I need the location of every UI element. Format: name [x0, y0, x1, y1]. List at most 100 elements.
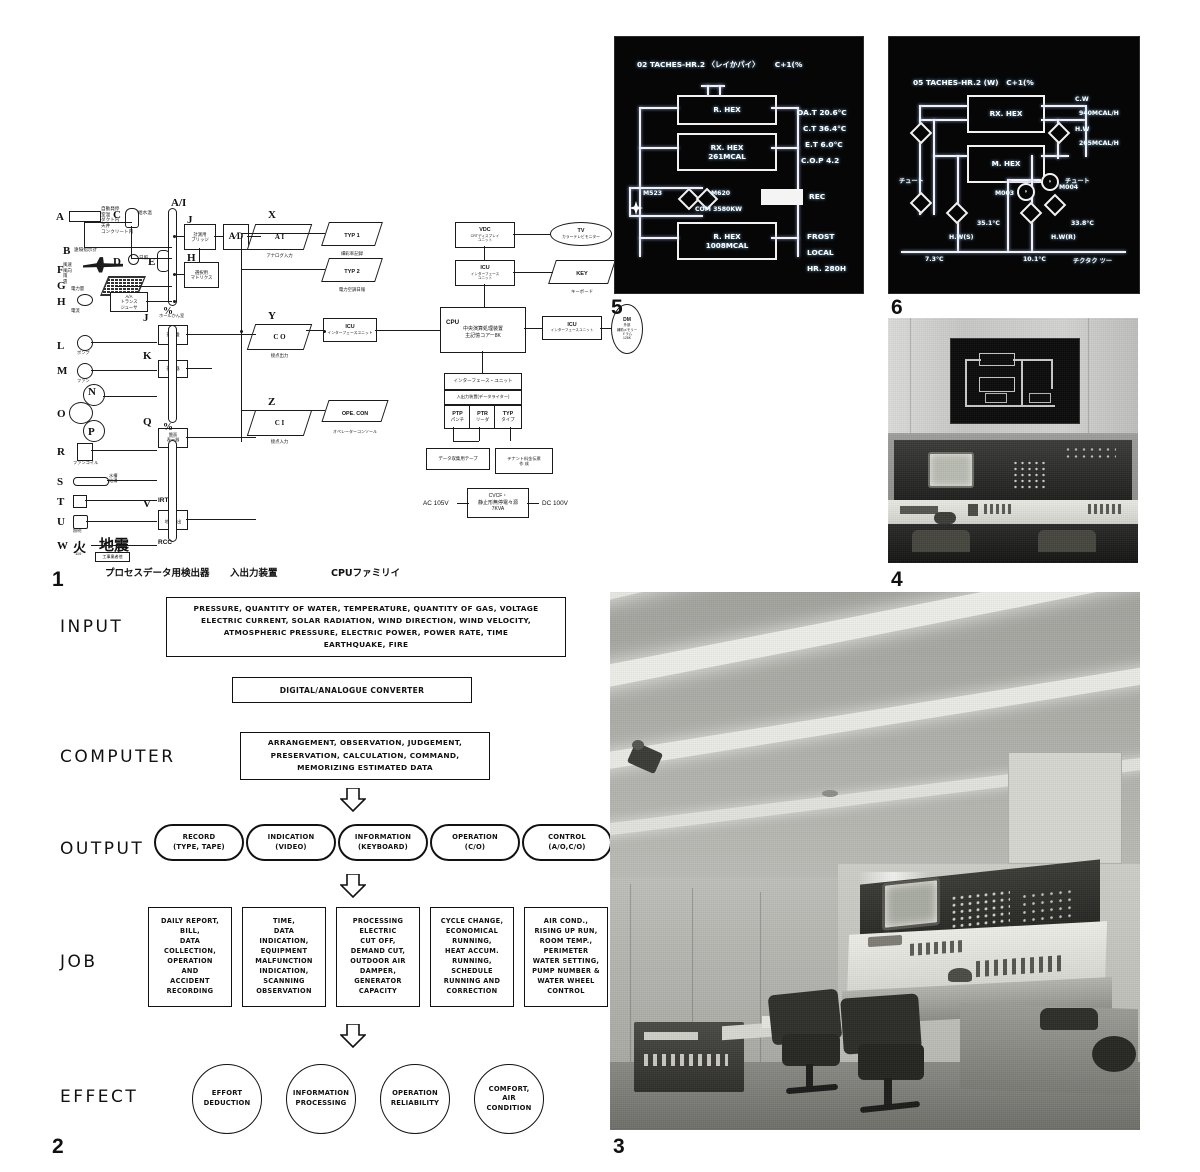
stage-label-effect: EFFECT	[60, 1087, 139, 1107]
fig1-column-letter-K: K	[143, 350, 152, 362]
fig1-io-opecon: OPE. CON オペレーターコンソール	[333, 411, 377, 434]
fig1-header-AI: A/I	[171, 197, 187, 209]
fig1-line	[241, 269, 325, 271]
fig1-line	[453, 441, 479, 443]
fig5-label-m523: M523	[643, 190, 663, 197]
fig6-pipe	[1041, 155, 1069, 157]
fig1-junction-dot	[240, 330, 244, 334]
fig1-sensor-icon-D	[128, 254, 139, 265]
job-box-1: DAILY REPORT, BILL, DATA COLLECTION, OPE…	[148, 907, 232, 1007]
figure-number-6: 6	[891, 296, 903, 319]
figure-number-5: 5	[611, 296, 623, 319]
job-box-3: PROCESSING ELECTRIC CUT OFF, DEMAND CUT,…	[336, 907, 420, 1007]
fig1-sensor-icon-P	[83, 420, 105, 442]
fig1-bus-rcc: RCC	[158, 539, 173, 546]
fig6-valve-icon	[1019, 201, 1043, 225]
fig1-caption-2: 入出力装置	[230, 568, 278, 579]
fig1-line	[482, 351, 484, 373]
fig1-line	[91, 545, 157, 547]
fig5-pipe	[629, 187, 703, 189]
fig6-valve-icon	[909, 121, 933, 145]
figure-number-1: 1	[52, 568, 64, 591]
fig1-box-data-writer: 入出力装置(データライター)	[444, 390, 522, 405]
fig1-io-contact-input: C I 接点入力	[270, 419, 289, 444]
fig1-line	[510, 427, 512, 441]
fig1-doc-tape: データ収集用テープ	[426, 448, 490, 470]
fig6-pipe	[919, 105, 967, 107]
output-pill-indication: INDICATION (VIDEO)	[246, 824, 336, 861]
fig5-header: 02 TACHES-HR.2 〈レイかパイ〉 C+1(%	[637, 60, 803, 69]
fig1-sensor-M-note: ファン	[77, 378, 90, 383]
fig1-line	[524, 328, 542, 330]
stage-label-job: JOB	[60, 952, 98, 972]
fig1-line	[85, 500, 157, 502]
fig5-status-local: LOCAL	[807, 248, 834, 257]
fig1-line	[186, 519, 256, 521]
figure-4-photo-console	[888, 318, 1138, 563]
fig1-sensor-letter-A: A	[56, 211, 64, 223]
fig1-line	[84, 222, 132, 224]
fig1-box-icu-right: ICU インターフェースユニット	[542, 316, 602, 340]
fig1-sensor-icon-T	[73, 495, 87, 508]
fig1-line	[131, 258, 172, 260]
fig1-bus-pct-2: %	[163, 422, 173, 433]
fig6-pipe	[1041, 119, 1085, 121]
fig1-sensor-W-box: 工事業者他	[95, 552, 130, 562]
fig1-line	[214, 236, 223, 238]
fig5-pipe	[771, 147, 799, 149]
fig1-line	[513, 234, 551, 236]
fig1-line	[306, 330, 324, 332]
fig6-reading-hw-label: H.W	[1075, 126, 1090, 133]
fig1-sensor-H-note: 電流	[71, 308, 80, 313]
fig1-box-tv: TV カラーテレビモニター	[550, 222, 612, 246]
output-pill-information: INFORMATION (KEYBOARD)	[338, 824, 428, 861]
job-box-4: CYCLE CHANGE, ECONOMICAL RUNNING, HEAT A…	[430, 907, 514, 1007]
fig5-box-r-hex: R. HEX	[677, 95, 777, 125]
fig1-box-interface-unit: インターフェース・ユニット	[444, 373, 522, 390]
fig6-pipe	[933, 155, 967, 157]
fig5-label-com: COM 3580KW	[695, 206, 742, 213]
figure-2-flowchart: INPUT COMPUTER OUTPUT JOB EFFECT PRESSUR…	[50, 592, 612, 1140]
fig1-line	[103, 396, 157, 398]
fig1-bus-mid	[168, 325, 177, 423]
fig1-line	[600, 328, 612, 330]
fig1-line	[375, 330, 441, 332]
figure-number-4: 4	[891, 568, 903, 591]
fig5-pipe	[639, 147, 679, 149]
fig6-pipe	[1007, 179, 1041, 181]
fig5-pipe	[771, 237, 799, 239]
fig5-status-hr: HR. 280H	[807, 264, 847, 273]
fig6-pipe	[1041, 105, 1085, 107]
fig5-label-m620: M620	[711, 190, 731, 197]
fig1-io-contact-output: C O 接点出力	[270, 333, 289, 358]
fig1-line	[175, 236, 184, 238]
figure-6-crt-display: 05 TACHES-HR.2 (W) C+1(% RX. HEX M. HEX …	[888, 36, 1140, 294]
fig5-pipe	[719, 85, 721, 95]
fig1-doc-tenant-bill: テナント料金伝票 作 成	[495, 448, 553, 474]
fig1-io-typ2: TYP 2 電力空調日報	[338, 269, 366, 292]
fig6-valve-icon	[909, 191, 933, 215]
fig1-sensor-letter-T: T	[57, 496, 65, 508]
figure-5-crt-display: 02 TACHES-HR.2 〈レイかパイ〉 C+1(% R. HEX RX. …	[614, 36, 864, 294]
output-pill-operation: OPERATION (C/O)	[430, 824, 520, 861]
stage-label-input: INPUT	[60, 617, 124, 637]
converter-box: DIGITAL/ANALOGUE CONVERTER	[232, 677, 472, 703]
fig1-line	[513, 272, 553, 274]
fig1-column-letter-Q: Q	[143, 416, 152, 428]
fig1-box-icu-top: ICU インターフェース ユニット	[455, 260, 515, 286]
down-arrow-icon	[340, 1024, 366, 1048]
effect-circle-1: EFFORT DEDUCTION	[192, 1064, 262, 1134]
fig1-line	[241, 233, 325, 235]
fig1-sensor-S-note: 水槽給湯	[109, 473, 118, 483]
fig6-temp-4: 10.1°C	[1023, 256, 1046, 263]
fig1-line	[91, 450, 157, 452]
fig5-pipe	[639, 107, 679, 109]
figure-number-3: 3	[613, 1135, 625, 1158]
fig1-sensor-R-note: ファンコイル	[73, 460, 99, 465]
fig1-line	[186, 437, 256, 439]
fig1-line	[84, 222, 86, 247]
fig5-pipe	[629, 215, 703, 217]
fig1-box-ptr: PTR リーダ	[469, 405, 496, 429]
effect-circle-2: INFORMATION PROCESSING	[286, 1064, 356, 1134]
fig1-line	[84, 247, 172, 249]
